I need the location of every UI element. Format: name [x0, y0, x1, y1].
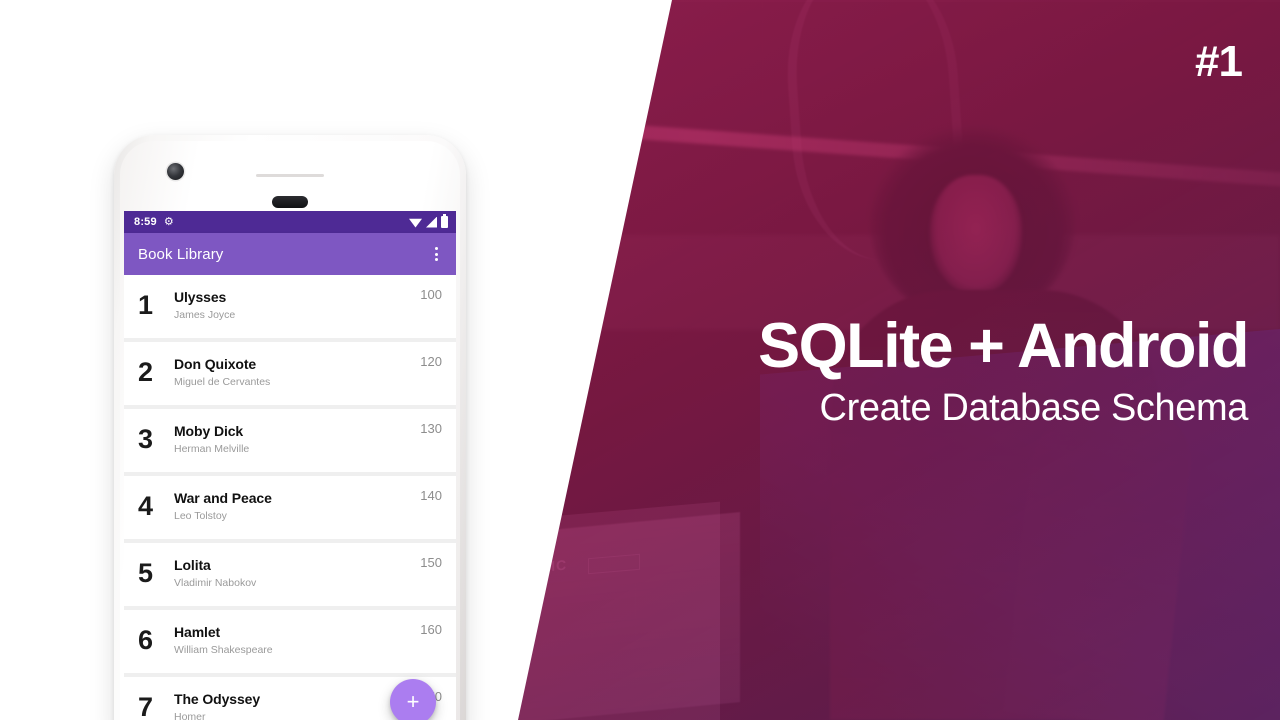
earpiece-slot: [256, 174, 324, 177]
book-page-count: 100: [420, 287, 442, 302]
dell-logo: DELL: [518, 568, 523, 598]
book-list-item[interactable]: 1 Ulysses James Joyce 100: [124, 275, 456, 338]
overflow-dot: [435, 252, 438, 256]
status-bar-clock: 8:59: [134, 216, 157, 228]
book-author: Vladimir Nabokov: [174, 576, 257, 589]
earpiece-speaker: [272, 196, 308, 208]
book-page-count: 160: [420, 622, 442, 637]
overflow-dot: [435, 247, 438, 250]
book-list-item[interactable]: 2 Don Quixote Miguel de Cervantes 120: [124, 342, 456, 405]
book-list-item[interactable]: 5 Lolita Vladimir Nabokov 150: [124, 543, 456, 606]
book-title: Hamlet: [174, 624, 221, 641]
book-rank: 3: [138, 424, 153, 454]
book-title: Moby Dick: [174, 423, 244, 440]
book-author: James Joyce: [174, 308, 236, 321]
book-info: Moby Dick Herman Melville: [174, 423, 420, 456]
book-rank: 1: [138, 290, 153, 320]
book-author: William Shakespeare: [174, 643, 273, 656]
book-author: Herman Melville: [174, 442, 250, 455]
page-title: Book Library: [138, 245, 224, 263]
slide-canvas: intel NetApp Schneider ELECTRIC S DELL E…: [0, 0, 1280, 720]
wifi-icon: [409, 218, 422, 228]
book-author: Leo Tolstoy: [174, 509, 227, 522]
book-page-count: 150: [420, 555, 442, 570]
overflow-dot: [435, 258, 438, 261]
book-info: Ulysses James Joyce: [174, 289, 420, 322]
book-page-count: 140: [420, 488, 442, 503]
signal-icon: [426, 216, 437, 228]
add-book-fab[interactable]: +: [390, 679, 436, 720]
book-author: Miguel de Cervantes: [174, 375, 271, 388]
book-page-count: 130: [420, 421, 442, 436]
episode-number-badge: #1: [1195, 37, 1243, 86]
android-status-bar: 8:59 ⚙: [124, 211, 456, 233]
book-title: Don Quixote: [174, 356, 257, 373]
book-list[interactable]: 1 Ulysses James Joyce 100 2 Don Quixote Miguel…: [124, 275, 456, 720]
book-info: Lolita Vladimir Nabokov: [174, 557, 420, 590]
book-rank: 6: [138, 625, 153, 655]
battery-icon: [441, 214, 448, 228]
book-rank: 4: [138, 491, 153, 521]
book-list-item[interactable]: 4 War and Peace Leo Tolstoy 140: [124, 476, 456, 539]
hero-subtitle: Create Database Schema: [819, 387, 1249, 430]
front-camera-icon: [167, 163, 184, 180]
book-info: War and Peace Leo Tolstoy: [174, 490, 420, 523]
book-info: Hamlet William Shakespeare: [174, 624, 420, 657]
book-title: Lolita: [174, 557, 211, 574]
book-list-item[interactable]: 3 Moby Dick Herman Melville 130: [124, 409, 456, 472]
book-rank: 5: [138, 558, 153, 588]
hero-text-block: SQLite + Android Create Database Schema: [518, 311, 1249, 430]
book-list-item[interactable]: 6 Hamlet William Shakespeare 160: [124, 610, 456, 673]
book-info: Don Quixote Miguel de Cervantes: [174, 356, 420, 389]
book-info: The Odyssey Homer: [174, 691, 420, 720]
book-title: Ulysses: [174, 289, 227, 306]
phone-mockup: 8:59 ⚙ Book Library 1 Ulysses James Joyc…: [114, 135, 466, 720]
app-bar: Book Library: [124, 233, 456, 275]
plus-icon: +: [406, 689, 420, 714]
book-rank: 7: [138, 692, 153, 720]
book-rank: 2: [138, 357, 153, 387]
phone-body: 8:59 ⚙ Book Library 1 Ulysses James Joyc…: [120, 141, 460, 720]
phone-screen: 8:59 ⚙ Book Library 1 Ulysses James Joyc…: [124, 211, 456, 720]
hero-title: SQLite + Android: [758, 311, 1249, 381]
book-author: Homer: [174, 710, 206, 720]
gear-icon: ⚙: [163, 215, 174, 228]
book-title: War and Peace: [174, 490, 272, 507]
book-title: The Odyssey: [174, 691, 261, 708]
intel-logo: intel: [58, 669, 119, 701]
overflow-menu-icon[interactable]: [429, 242, 444, 266]
book-page-count: 120: [420, 354, 442, 369]
